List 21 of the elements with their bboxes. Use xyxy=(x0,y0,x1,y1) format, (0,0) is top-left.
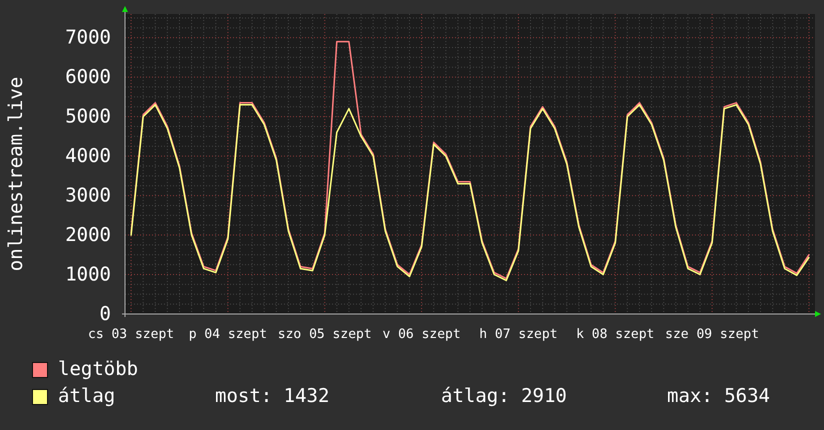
legend-stat: most: 1432 xyxy=(215,384,330,409)
y-tick-label: 1000 xyxy=(65,264,111,286)
y-tick-label: 6000 xyxy=(65,66,111,88)
x-tick-label: cs 03 szept xyxy=(88,327,174,342)
x-tick-label: h 07 szept xyxy=(479,327,558,342)
y-axis-title: onlinestream.live xyxy=(5,76,27,272)
y-tick-label: 0 xyxy=(100,303,111,325)
y-tick-label: 2000 xyxy=(65,224,111,246)
legend-stat: átlag: 2910 xyxy=(441,384,568,409)
y-tick-label: 3000 xyxy=(65,184,111,207)
x-tick-label: k 08 szept xyxy=(576,327,654,342)
y-tick-label: 5000 xyxy=(65,106,111,128)
x-tick-label: szo 05 szept xyxy=(278,327,372,342)
x-tick-label: p 04 szept xyxy=(188,327,268,342)
y-tick-label: 7000 xyxy=(65,26,111,49)
legend-label: legtöbb xyxy=(58,357,140,382)
x-tick-label: sze 09 szept xyxy=(665,327,760,342)
x-tick-label: v 06 szept xyxy=(382,327,461,342)
legend-stat: max: 5634 xyxy=(667,384,770,409)
legend-label: átlag xyxy=(58,384,116,409)
y-tick-label: 4000 xyxy=(65,145,111,168)
